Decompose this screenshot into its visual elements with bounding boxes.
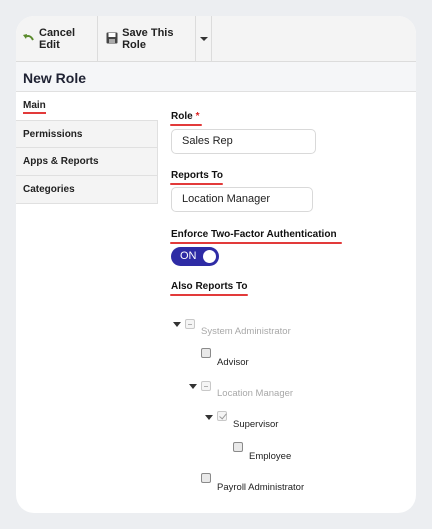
nav-tab-categories[interactable]: Categories [16, 176, 158, 204]
reports-to-label-text: Reports To [171, 170, 224, 181]
two-factor-label-text: Enforce Two-Factor Authentication [171, 229, 337, 240]
tree-label-employee: Employee [249, 451, 292, 462]
tree-checkbox-system-administrator[interactable] [185, 319, 195, 329]
role-input[interactable]: Sales Rep [171, 129, 316, 154]
tree-label-location-manager: Location Manager [217, 388, 294, 399]
toggle-knob [203, 250, 216, 263]
role-label: Role * [170, 111, 202, 126]
save-role-button[interactable]: Save This Role [98, 16, 196, 61]
nav-tab-main-label: Main [23, 100, 46, 114]
nav-tab-main[interactable]: Main [16, 92, 158, 119]
tree-checkbox-advisor[interactable] [201, 348, 211, 358]
cancel-edit-label: Cancel Edit [39, 26, 76, 51]
expand-caret-icon[interactable] [173, 322, 181, 327]
role-label-text: Role [171, 111, 193, 122]
floppy-disk-icon [106, 32, 118, 45]
nav-tab-categories-label: Categories [23, 184, 75, 195]
reports-to-select[interactable]: Location Manager [171, 187, 313, 212]
nav-tab-permissions-label: Permissions [23, 129, 83, 140]
tree-checkbox-payroll-administrator[interactable] [201, 473, 211, 483]
save-options-dropdown[interactable] [196, 16, 212, 61]
reports-to-label: Reports To [170, 170, 224, 185]
tree-label-advisor: Advisor [217, 357, 249, 368]
required-marker: * [195, 111, 200, 122]
nav-tab-apps-reports-label: Apps & Reports [23, 156, 99, 167]
tree-checkbox-supervisor[interactable] [217, 411, 227, 421]
chevron-down-icon [199, 36, 208, 41]
cancel-edit-button[interactable]: Cancel Edit [16, 16, 98, 61]
tree-label-supervisor: Supervisor [233, 419, 279, 430]
page-title-bar: New Role [16, 62, 416, 92]
nav-tab-apps-reports[interactable]: Apps & Reports [16, 148, 158, 176]
toolbar: Cancel Edit Save This Role [16, 16, 416, 62]
undo-arrow-icon [22, 32, 35, 45]
also-reports-to-label-text: Also Reports To [171, 281, 248, 292]
two-factor-toggle[interactable]: ON [171, 247, 219, 266]
page-title: New Role [23, 70, 87, 86]
tree-checkbox-location-manager[interactable] [201, 381, 211, 391]
tree-checkbox-employee[interactable] [233, 442, 243, 452]
save-role-label: Save This Role [122, 26, 174, 51]
role-editor-card: Cancel Edit Save This Role New Role Main… [16, 16, 416, 513]
toggle-state-text: ON [180, 250, 197, 262]
tree-label-payroll-administrator: Payroll Administrator [217, 482, 305, 493]
nav-tab-permissions[interactable]: Permissions [16, 120, 158, 148]
also-reports-to-label: Also Reports To [170, 281, 248, 296]
expand-caret-icon[interactable] [205, 415, 213, 420]
expand-caret-icon[interactable] [189, 384, 197, 389]
tree-label-system-administrator: System Administrator [201, 326, 291, 337]
two-factor-label: Enforce Two-Factor Authentication [170, 229, 342, 244]
